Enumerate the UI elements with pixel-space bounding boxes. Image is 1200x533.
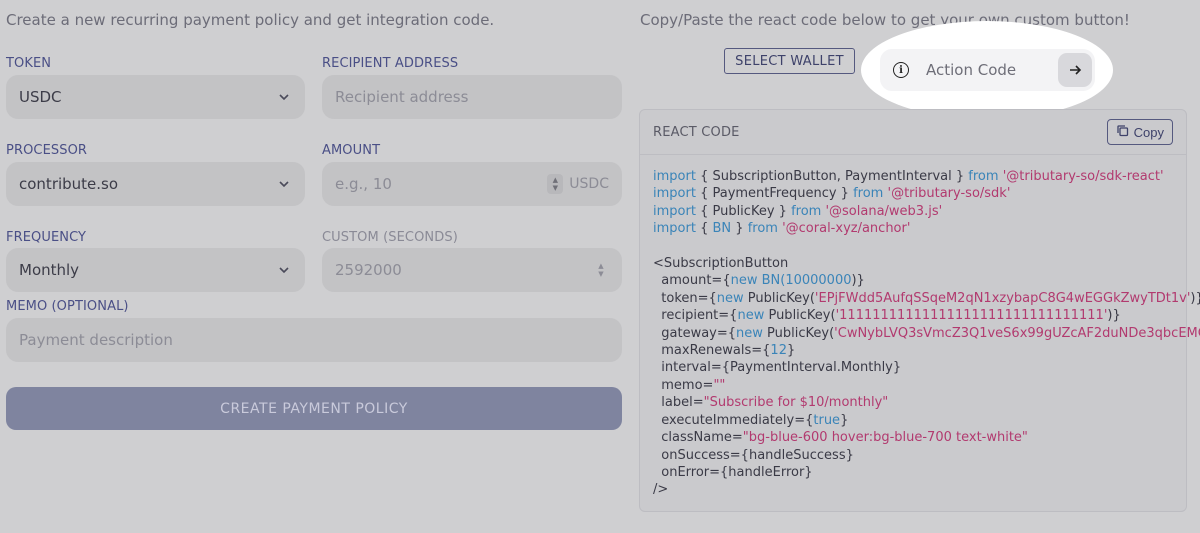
code-text: maxRenewals={: [653, 343, 771, 359]
code-text: )}: [1190, 290, 1200, 306]
action-code-placeholder: Action Code: [926, 61, 1017, 79]
info-icon: i: [893, 62, 909, 78]
code-intro: Copy/Paste the react code below to get y…: [640, 11, 1130, 29]
code-keyword: from: [791, 203, 822, 219]
code-keyword: new: [736, 325, 763, 341]
frequency-label: FREQUENCY: [6, 230, 87, 245]
chevron-down-icon: [276, 89, 292, 105]
copy-label: Copy: [1133, 124, 1164, 140]
code-number: 12: [770, 343, 787, 359]
chevron-down-icon: [276, 176, 292, 192]
recipient-label: RECIPIENT ADDRESS: [322, 56, 459, 71]
stepper-icon[interactable]: ▲ ▼: [547, 174, 564, 194]
code-string: '@tributary-so/sdk-react': [998, 169, 1164, 184]
amount-unit: USDC: [569, 176, 609, 192]
code-text: className=: [653, 430, 743, 446]
react-code-panel: REACT CODE Copy import { SubscriptionBut…: [639, 109, 1200, 512]
code-text: <SubscriptionButton: [653, 256, 789, 272]
code-keyword: import: [653, 186, 696, 202]
code-text: PublicKey(: [764, 308, 836, 324]
arrow-right-icon[interactable]: [1058, 53, 1092, 87]
code-string: "Subscribe for $10/monthly": [703, 395, 889, 411]
recipient-placeholder: Recipient address: [335, 88, 469, 106]
code-text: )}: [1107, 308, 1121, 324]
code-text: executeImmediately={: [653, 412, 814, 428]
code-block[interactable]: import { SubscriptionButton, PaymentInte…: [640, 155, 1200, 499]
custom-seconds-label: CUSTOM (SECONDS): [322, 230, 458, 245]
code-text: PublicKey(: [762, 325, 835, 341]
action-code-input[interactable]: i Action Code: [880, 49, 1095, 91]
token-select[interactable]: USDC: [6, 75, 305, 119]
code-keyword: from: [853, 186, 884, 202]
select-wallet-button[interactable]: SELECT WALLET: [724, 48, 855, 74]
processor-value: contribute.so: [19, 175, 119, 193]
code-string: "bg-blue-600 hover:bg-blue-700 text-whit…: [742, 430, 1028, 446]
code-text: }: [786, 343, 796, 359]
code-text: />: [653, 482, 669, 498]
code-keyword: new: [716, 290, 744, 306]
code-text: gateway={: [653, 325, 737, 341]
code-keyword: from: [968, 169, 999, 184]
code-text: onSuccess={handleSuccess}: [653, 447, 854, 463]
amount-label: AMOUNT: [322, 143, 381, 158]
stepper-icon[interactable]: ▲ ▼: [593, 260, 609, 280]
chevron-down-icon: [276, 262, 292, 278]
code-header: REACT CODE Copy: [640, 110, 1186, 155]
custom-seconds-input[interactable]: 2592000 ▲ ▼: [322, 248, 622, 292]
memo-placeholder: Payment description: [19, 331, 173, 349]
code-text: memo=: [653, 377, 714, 393]
code-text: interval={PaymentInterval.Monthly}: [653, 360, 902, 376]
copy-icon: [1116, 124, 1129, 140]
code-text: onError={handleError}: [653, 464, 813, 480]
code-text: recipient={: [653, 308, 738, 324]
code-text: { SubscriptionButton, PaymentInterval }: [695, 169, 969, 184]
code-title: REACT CODE: [653, 124, 740, 140]
code-string: '@coral-xyz/anchor': [777, 221, 911, 237]
code-text: token={: [653, 290, 717, 306]
code-keyword: true: [813, 412, 841, 428]
code-keyword: import: [653, 203, 696, 219]
memo-input[interactable]: Payment description: [6, 318, 622, 362]
code-keyword: new BN(: [730, 273, 786, 289]
memo-label: MEMO (OPTIONAL): [6, 299, 129, 314]
form-intro: Create a new recurring payment policy an…: [6, 11, 495, 29]
code-keyword: BN: [712, 221, 732, 237]
code-string: '@tributary-so/sdk': [883, 186, 1011, 202]
code-keyword: import: [653, 169, 696, 184]
copy-button[interactable]: Copy: [1106, 119, 1173, 145]
code-text: }: [731, 221, 748, 237]
recipient-input[interactable]: Recipient address: [322, 75, 622, 119]
frequency-value: Monthly: [19, 261, 80, 279]
amount-input[interactable]: e.g., 10 ▲ ▼ USDC: [322, 162, 622, 206]
frequency-select[interactable]: Monthly: [6, 248, 305, 292]
custom-seconds-value: 2592000: [335, 261, 402, 279]
code-text: { PublicKey }: [695, 203, 792, 219]
code-number: 10000000: [785, 273, 852, 289]
code-text: {: [695, 221, 713, 237]
code-string: '11111111111111111111111111111111': [835, 308, 1108, 324]
code-keyword: from: [747, 221, 778, 237]
code-text: PublicKey(: [743, 290, 815, 306]
code-text: }: [840, 412, 849, 428]
code-keyword: new: [737, 308, 765, 324]
code-string: "": [713, 377, 726, 393]
code-text: label=: [653, 395, 704, 411]
code-string: 'EPjFWdd5AufqSSqeM2qN1xzybapC8G4wEGGkZwy…: [814, 290, 1191, 306]
create-payment-policy-button[interactable]: CREATE PAYMENT POLICY: [6, 387, 622, 430]
code-keyword: import: [653, 221, 696, 237]
code-string: '@solana/web3.js': [821, 203, 943, 219]
token-value: USDC: [19, 88, 62, 106]
processor-label: PROCESSOR: [6, 143, 88, 158]
code-string: 'CwNybLVQ3sVmcZ3Q1veS6x99gUZcAF2duNDe3qb…: [834, 325, 1200, 341]
amount-placeholder: e.g., 10: [335, 175, 392, 193]
code-text: amount={: [653, 273, 731, 289]
token-label: TOKEN: [6, 56, 52, 71]
code-text: )}: [851, 273, 865, 289]
code-text: { PaymentFrequency }: [695, 186, 854, 202]
processor-select[interactable]: contribute.so: [6, 162, 305, 206]
